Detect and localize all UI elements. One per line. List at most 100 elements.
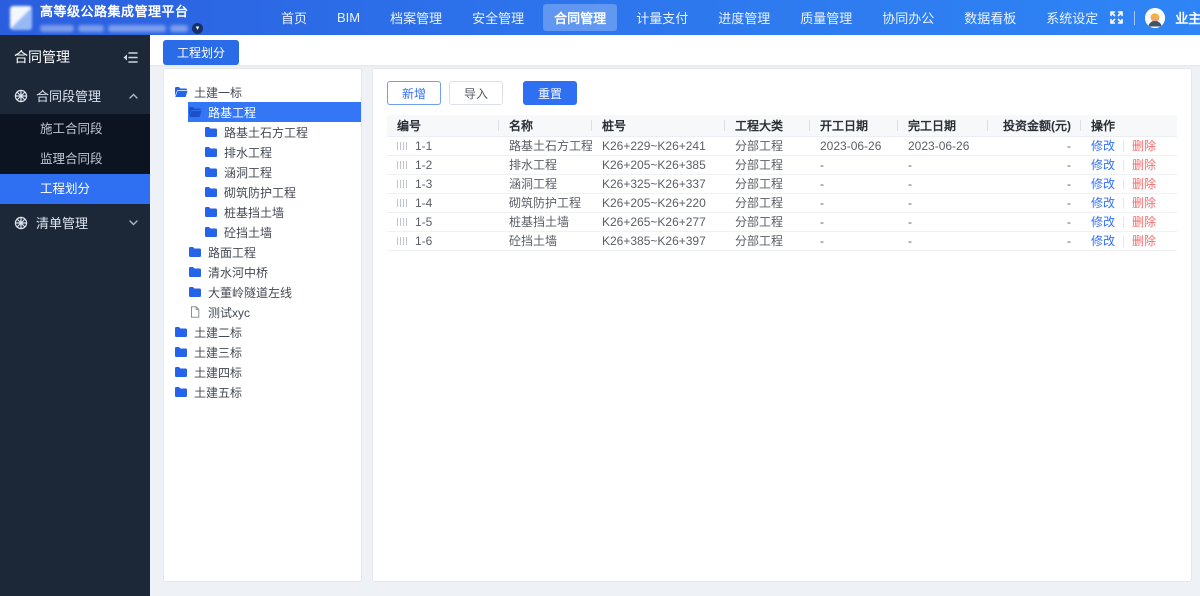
reset-button[interactable]: 重置	[523, 81, 578, 105]
division-table-panel: 新增 导入 重置 编号 名称 桩号 工程大类 开工日期 完工日期 投资金额(元)…	[372, 68, 1192, 582]
nav-item-archives[interactable]: 档案管理	[379, 4, 453, 31]
drag-handle-icon[interactable]	[397, 160, 407, 169]
table-toolbar: 新增 导入 重置	[387, 81, 1177, 105]
drag-handle-icon[interactable]	[397, 179, 407, 188]
edit-link[interactable]: 修改	[1091, 234, 1115, 248]
main-nav: 首页 BIM 档案管理 安全管理 合同管理 计量支付 进度管理 质量管理 协同办…	[270, 4, 1109, 31]
nav-item-progress[interactable]: 进度管理	[707, 4, 781, 31]
edit-link[interactable]: 修改	[1091, 177, 1115, 191]
tree-node[interactable]: 路面工程	[188, 242, 361, 262]
fullscreen-icon[interactable]	[1109, 10, 1124, 25]
folder-icon	[205, 227, 217, 237]
delete-link[interactable]: 删除	[1132, 177, 1156, 191]
tab-strip: 工程划分	[150, 35, 1200, 65]
tree-node-label: 大董岭隧道左线	[208, 285, 293, 300]
tree-node[interactable]: 清水河中桥	[188, 262, 361, 282]
cell-category: 分部工程	[725, 231, 810, 251]
tree-node-label: 路基土石方工程	[224, 125, 309, 140]
cell-amount: -	[988, 155, 1081, 175]
cell-amount: -	[988, 193, 1081, 213]
tree-node[interactable]: 土建四标	[174, 362, 361, 382]
tree-node[interactable]: 涵洞工程	[204, 162, 361, 182]
delete-link[interactable]: 删除	[1132, 158, 1156, 172]
col-header-start-date: 开工日期	[810, 115, 898, 136]
cell-name: 桩基挡土墙	[499, 212, 592, 232]
chevron-down-icon[interactable]: ▾	[192, 23, 203, 34]
app-title: 高等级公路集成管理平台	[40, 4, 189, 19]
division-table: 编号 名称 桩号 工程大类 开工日期 完工日期 投资金额(元) 操作 1-1 路基…	[387, 115, 1177, 251]
nav-item-home[interactable]: 首页	[270, 4, 318, 31]
tree-node[interactable]: 测试xyc	[188, 302, 361, 322]
delete-link[interactable]: 删除	[1132, 139, 1156, 153]
nav-item-bim[interactable]: BIM	[326, 6, 371, 29]
cell-end-date: -	[898, 193, 988, 213]
nav-item-safety[interactable]: 安全管理	[461, 4, 535, 31]
tree-node[interactable]: 大董岭隧道左线	[188, 282, 361, 302]
tree-node[interactable]: 桩基挡土墙	[204, 202, 361, 222]
tree-node[interactable]: 砼挡土墙	[204, 222, 361, 242]
edit-link[interactable]: 修改	[1091, 215, 1115, 229]
menu-fold-icon[interactable]	[123, 51, 138, 64]
tree-node-label: 土建一标	[194, 85, 243, 100]
file-icon	[191, 306, 200, 318]
nav-item-settings[interactable]: 系统设定	[1035, 4, 1109, 31]
nav-item-payment[interactable]: 计量支付	[625, 4, 699, 31]
tree-node-label: 测试xyc	[208, 305, 251, 320]
user-name[interactable]: 业主总工	[1175, 8, 1200, 27]
nav-item-contract[interactable]: 合同管理	[543, 4, 618, 31]
edit-link[interactable]: 修改	[1091, 158, 1115, 172]
table-row: 1-1 路基土石方工程 K26+229~K26+241 分部工程 2023-06-26 2…	[387, 135, 1177, 156]
cell-category: 分部工程	[725, 174, 810, 194]
tab-project-division[interactable]: 工程划分	[163, 40, 240, 65]
folder-icon	[175, 347, 187, 357]
drag-handle-icon[interactable]	[397, 198, 407, 207]
cell-amount: -	[988, 231, 1081, 251]
sidebar-group-list-management[interactable]: 清单管理	[0, 204, 150, 241]
drag-handle-icon[interactable]	[397, 217, 407, 226]
cell-name: 路基土石方工程	[499, 135, 592, 156]
cell-name: 砌筑防护工程	[499, 193, 592, 213]
sidebar-item-supervision-contract[interactable]: 监理合同段	[0, 144, 150, 174]
cell-start-date: -	[810, 193, 898, 213]
tree-node[interactable]: 路基土石方工程	[204, 122, 361, 142]
delete-link[interactable]: 删除	[1132, 196, 1156, 210]
table-row: 1-3 涵洞工程 K26+325~K26+337 分部工程 - - - 修改 删除	[387, 174, 1177, 194]
cell-number: 1-1	[415, 138, 433, 153]
tree-node-label: 土建五标	[194, 385, 243, 400]
cell-stake: K26+265~K26+277	[592, 212, 725, 232]
drag-handle-icon[interactable]	[397, 236, 407, 245]
tree-node[interactable]: 土建五标	[174, 382, 361, 402]
tree-node[interactable]: 土建二标	[174, 322, 361, 342]
delete-link[interactable]: 删除	[1132, 234, 1156, 248]
delete-link[interactable]: 删除	[1132, 215, 1156, 229]
sidebar: 合同管理 合同段管理 施工合同段 监理合同段 工程划分 清单管理	[0, 35, 150, 596]
tree-node[interactable]: 土建三标	[174, 342, 361, 362]
op-divider	[1123, 179, 1125, 191]
nav-item-dashboard[interactable]: 数据看板	[953, 4, 1027, 31]
avatar[interactable]	[1145, 7, 1166, 28]
add-button[interactable]: 新增	[387, 81, 442, 105]
tree-node[interactable]: 土建一标	[174, 82, 361, 102]
tree-node[interactable]: 路基工程	[188, 102, 361, 122]
nav-item-collaboration[interactable]: 协同办公	[871, 4, 945, 31]
project-tree-panel: 土建一标路基工程路基土石方工程排水工程 涵洞工程 砌筑防护工程 桩基挡土墙 砼挡土墙 路面…	[163, 68, 362, 582]
sidebar-item-construction-contract[interactable]: 施工合同段	[0, 114, 150, 144]
drag-handle-icon[interactable]	[397, 141, 407, 150]
cell-name: 涵洞工程	[499, 174, 592, 194]
op-divider	[1123, 198, 1125, 210]
import-button[interactable]: 导入	[449, 81, 504, 105]
op-divider	[1123, 236, 1125, 248]
sidebar-group-label: 清单管理	[36, 216, 89, 231]
sidebar-group-label: 合同段管理	[36, 89, 102, 104]
sidebar-group-contract-sections[interactable]: 合同段管理	[0, 77, 150, 114]
nav-item-quality[interactable]: 质量管理	[789, 4, 863, 31]
sidebar-item-project-division[interactable]: 工程划分	[0, 174, 150, 204]
cell-stake: K26+325~K26+337	[592, 174, 725, 194]
edit-link[interactable]: 修改	[1091, 196, 1115, 210]
tree-node[interactable]: 排水工程	[204, 142, 361, 162]
folder-icon	[205, 167, 217, 177]
tree-node[interactable]: 砌筑防护工程	[204, 182, 361, 202]
col-header-operations: 操作	[1081, 115, 1177, 136]
cell-start-date: -	[810, 212, 898, 232]
edit-link[interactable]: 修改	[1091, 139, 1115, 153]
